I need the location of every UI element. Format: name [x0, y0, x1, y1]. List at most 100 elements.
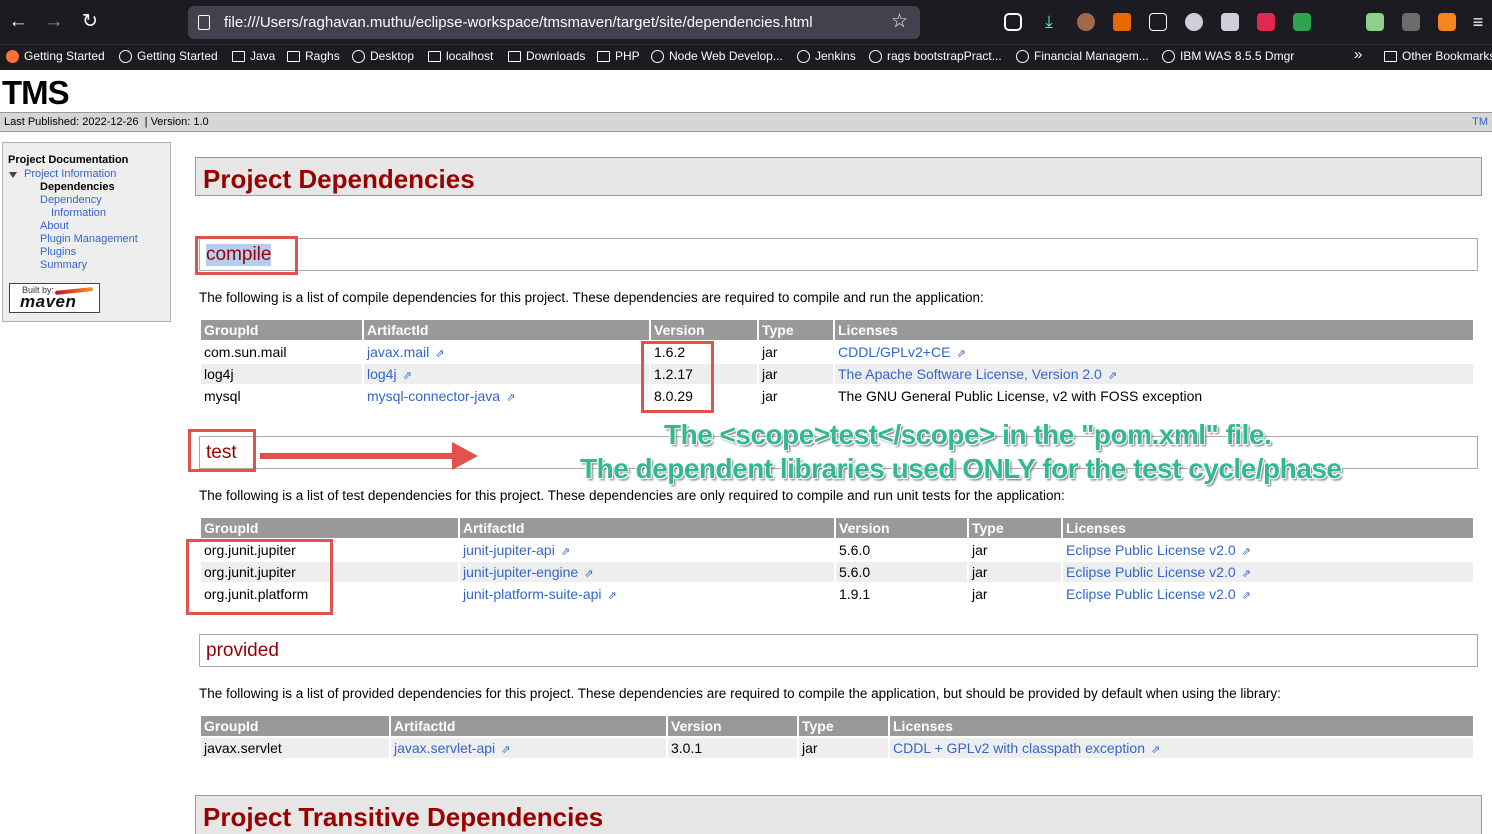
reload-icon[interactable]: ↻ [78, 10, 102, 34]
bookmark-label: Getting Started [137, 49, 218, 63]
license-link[interactable]: Eclipse Public License v2.0 [1066, 586, 1236, 602]
section-provided-heading: provided [206, 640, 279, 661]
license-link[interactable]: CDDL/GPLv2+CE [838, 344, 950, 360]
built-by-maven-badge[interactable]: Built by: maven [9, 283, 100, 313]
artifact-link[interactable]: junit-jupiter-engine [463, 564, 578, 580]
table-row: org.junit.jupiter junit-jupiter-api ⇗ 5.6… [201, 540, 1473, 560]
version-highlight-box [641, 341, 714, 413]
nav-dependency-information-cont[interactable]: Information [51, 207, 106, 219]
address-bar[interactable]: file:///Users/raghavan.muthu/eclipse-wor… [188, 6, 920, 39]
cell-license[interactable]: CDDL + GPLv2 with classpath exception ⇗ [890, 738, 1473, 758]
extension-printer-icon[interactable] [1366, 13, 1384, 31]
extension-tool-icon[interactable] [1402, 13, 1420, 31]
url-text[interactable]: file:///Users/raghavan.muthu/eclipse-wor… [224, 14, 813, 31]
cell-groupid: mysql [201, 386, 362, 406]
bookmark-item[interactable]: PHP [597, 49, 640, 63]
artifact-link[interactable]: log4j [367, 366, 397, 382]
bookmarks-overflow-chevron-icon[interactable]: » [1354, 46, 1362, 63]
pocket-icon[interactable] [1004, 13, 1022, 31]
col-groupid: GroupId [201, 716, 389, 736]
bookmark-item[interactable]: Node Web Develop... [651, 49, 783, 63]
cell-artifactid[interactable]: javax.mail ⇗ [364, 342, 649, 362]
menu-hamburger-icon[interactable]: ≡ [1466, 10, 1490, 34]
site-title: TMS [2, 74, 70, 111]
section-provided-box: provided [199, 634, 1478, 667]
artifact-link[interactable]: javax.mail [367, 344, 429, 360]
cell-artifactid[interactable]: junit-jupiter-engine ⇗ [460, 562, 834, 582]
extension-gear-icon[interactable] [1113, 13, 1131, 31]
globe-icon [869, 49, 882, 63]
back-arrow-icon[interactable]: ← [6, 10, 30, 34]
bookmark-item[interactable]: Raghs [287, 49, 340, 63]
globe-icon [352, 49, 365, 63]
annotation-arrow-head-icon [452, 442, 478, 470]
clipboard-icon[interactable] [1149, 13, 1167, 31]
top-right-link[interactable]: TM [1472, 116, 1488, 128]
external-link-icon: ⇗ [1241, 546, 1251, 558]
forward-arrow-icon[interactable]: → [42, 10, 66, 34]
cell-license[interactable]: Eclipse Public License v2.0 ⇗ [1063, 540, 1473, 560]
bookmark-item[interactable]: Downloads [508, 49, 585, 63]
nav-summary[interactable]: Summary [40, 259, 87, 271]
external-link-icon: ⇗ [435, 348, 445, 360]
artifact-link[interactable]: junit-platform-suite-api [463, 586, 602, 602]
nav-about[interactable]: About [40, 220, 69, 232]
bookmark-item[interactable]: Financial Managem... [1016, 49, 1149, 63]
bookmark-item[interactable]: IBM WAS 8.5.5 Dmgr [1162, 49, 1294, 63]
nav-dependencies: Dependencies [40, 181, 115, 193]
annotation-line-1: The <scope>test</scope> in the "pom.xml"… [664, 419, 1272, 450]
bookmark-label: IBM WAS 8.5.5 Dmgr [1180, 49, 1295, 63]
avatar-icon[interactable] [1077, 13, 1095, 31]
bookmark-item[interactable]: Java [232, 49, 275, 63]
cell-artifactid[interactable]: javax.servlet-api ⇗ [391, 738, 666, 758]
artifact-link[interactable]: javax.servlet-api [394, 740, 495, 756]
extension-ball-icon[interactable] [1185, 13, 1203, 31]
page-icon [198, 15, 210, 30]
other-bookmarks[interactable]: Other Bookmarks [1384, 49, 1492, 63]
nav-plugins[interactable]: Plugins [40, 246, 76, 258]
bookmark-star-icon[interactable]: ☆ [891, 10, 908, 33]
bookmark-item[interactable]: localhost [428, 49, 493, 63]
metamask-fox-icon[interactable] [1438, 13, 1456, 31]
nav-plugin-management[interactable]: Plugin Management [40, 233, 138, 245]
license-link[interactable]: Eclipse Public License v2.0 [1066, 542, 1236, 558]
col-licenses: Licenses [1063, 518, 1473, 538]
cell-artifactid[interactable]: log4j ⇗ [364, 364, 649, 384]
cell-artifactid[interactable]: mysql-connector-java ⇗ [364, 386, 649, 406]
col-type: Type [799, 716, 888, 736]
bookmark-item[interactable]: Jenkins [797, 49, 856, 63]
license-link[interactable]: Eclipse Public License v2.0 [1066, 564, 1236, 580]
library-icon[interactable] [1221, 13, 1239, 31]
annotation-line-2: The dependent libraries used ONLY for th… [580, 453, 1342, 484]
bookmark-item[interactable]: Getting Started [6, 49, 105, 63]
bookmark-item[interactable]: Desktop [352, 49, 414, 63]
cell-artifactid[interactable]: junit-jupiter-api ⇗ [460, 540, 834, 560]
cell-license[interactable]: Eclipse Public License v2.0 ⇗ [1063, 562, 1473, 582]
artifact-link[interactable]: junit-jupiter-api [463, 542, 555, 558]
external-link-icon: ⇗ [506, 392, 516, 404]
col-type: Type [759, 320, 833, 340]
cell-version: 1.9.1 [836, 584, 967, 604]
artifact-link[interactable]: mysql-connector-java [367, 388, 500, 404]
license-link[interactable]: CDDL + GPLv2 with classpath exception [893, 740, 1145, 756]
nav-project-information[interactable]: Project Information [24, 168, 116, 180]
cell-artifactid[interactable]: junit-platform-suite-api ⇗ [460, 584, 834, 604]
extension-green-icon[interactable] [1293, 13, 1311, 31]
page-title-box: Project Dependencies [195, 157, 1482, 196]
folder-icon [1384, 50, 1397, 62]
bookmark-item[interactable]: Getting Started [119, 49, 218, 63]
cell-license[interactable]: CDDL/GPLv2+CE ⇗ [835, 342, 1473, 362]
globe-icon [797, 49, 810, 63]
bookmark-item[interactable]: rags bootstrapPract... [869, 49, 1002, 63]
downloads-icon[interactable]: ⤓ [1040, 13, 1058, 31]
license-link[interactable]: The Apache Software License, Version 2.0 [838, 366, 1102, 382]
extension-red-icon[interactable] [1257, 13, 1275, 31]
bookmark-label: rags bootstrapPract... [887, 49, 1002, 63]
table-row: javax.servlet javax.servlet-api ⇗ 3.0.1 j… [201, 738, 1473, 758]
cell-license[interactable]: The Apache Software License, Version 2.0… [835, 364, 1473, 384]
nav-dependency-information[interactable]: Dependency [40, 194, 102, 206]
expand-triangle-icon[interactable] [9, 172, 17, 178]
cell-license[interactable]: Eclipse Public License v2.0 ⇗ [1063, 584, 1473, 604]
col-groupid: GroupId [201, 518, 458, 538]
table-header-row: GroupId ArtifactId Version Type Licenses [201, 320, 1473, 340]
